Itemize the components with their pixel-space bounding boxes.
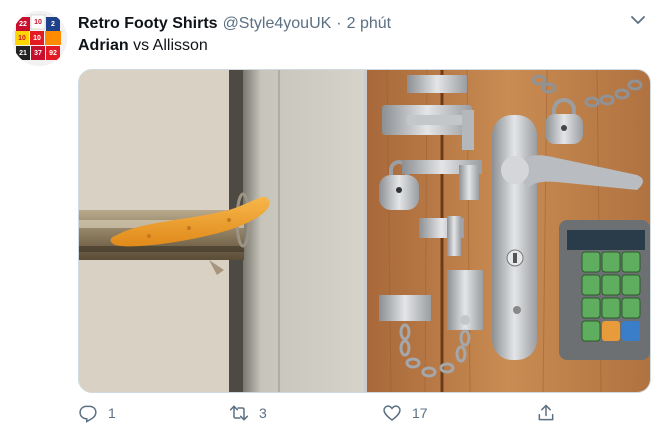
avatar-num-5: 10 <box>33 35 41 42</box>
retweet-button[interactable]: 3 <box>229 400 267 426</box>
avatar-num-4: 10 <box>18 35 26 42</box>
media-image-right[interactable] <box>367 70 650 392</box>
avatar-shirts-image: 22 10 2 10 10 21 37 92 <box>12 11 67 66</box>
avatar[interactable]: 22 10 2 10 10 21 37 92 <box>12 11 67 66</box>
like-count: 17 <box>412 405 428 421</box>
tweet-actions: 1 3 17 <box>78 400 558 426</box>
timestamp[interactable]: 2 phút <box>347 15 391 33</box>
share-icon <box>538 404 554 421</box>
tweet-text-bold: Adrian <box>78 37 129 54</box>
separator-dot: · <box>336 15 342 32</box>
tweet-header: Retro Footy Shirts @Style4youUK · 2 phút <box>78 13 391 35</box>
user-handle[interactable]: @Style4youUK <box>223 15 332 33</box>
tweet-text: Adrian vs Allisson <box>78 37 208 55</box>
avatar-num-7: 37 <box>34 50 42 57</box>
like-button[interactable]: 17 <box>382 400 428 426</box>
retweet-count: 3 <box>259 405 267 421</box>
avatar-num-6: 21 <box>19 50 27 57</box>
avatar-num-3: 2 <box>51 21 55 28</box>
reply-button[interactable]: 1 <box>78 400 116 426</box>
display-name[interactable]: Retro Footy Shirts <box>78 15 218 33</box>
media-image-left[interactable] <box>79 70 364 392</box>
tweet-media <box>78 69 651 393</box>
reply-count: 1 <box>108 405 116 421</box>
tweet-text-rest: vs Allisson <box>128 37 208 54</box>
like-icon <box>383 405 401 422</box>
avatar-num-2: 10 <box>34 19 42 26</box>
share-button[interactable] <box>536 400 556 426</box>
avatar-num-8: 92 <box>49 50 57 57</box>
reply-icon <box>79 405 97 423</box>
avatar-num-1: 22 <box>19 21 27 28</box>
retweet-icon <box>229 405 249 421</box>
chevron-down-icon[interactable] <box>628 10 648 30</box>
